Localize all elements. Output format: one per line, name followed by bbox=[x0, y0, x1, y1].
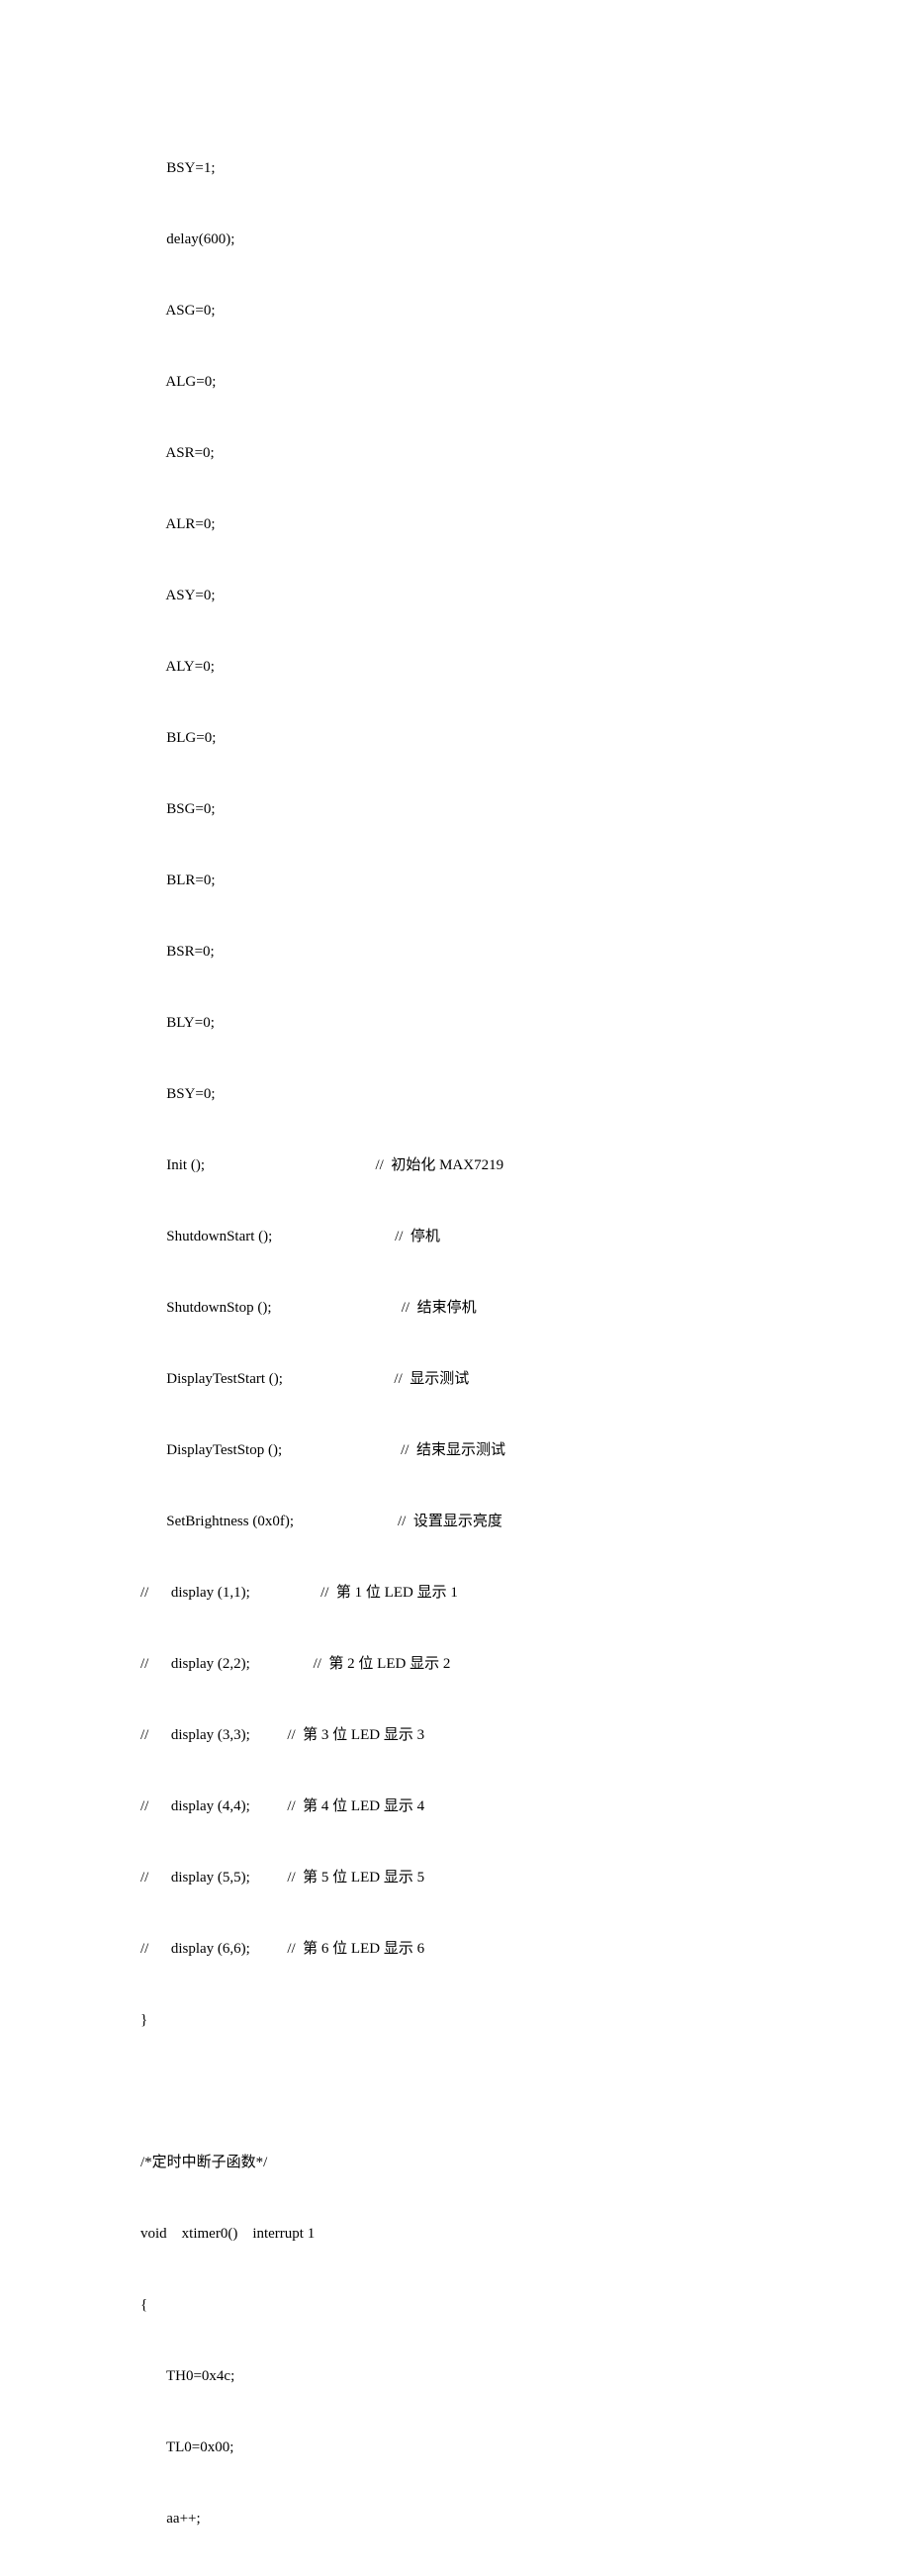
code-line: ASR=0; bbox=[140, 441, 505, 465]
code-line: DisplayTestStop (); // 结束显示测试 bbox=[140, 1438, 505, 1462]
code-line: ShutdownStart (); // 停机 bbox=[140, 1225, 505, 1248]
code-line: SetBrightness (0x0f); // 设置显示亮度 bbox=[140, 1510, 505, 1533]
code-line: TL0=0x00; bbox=[140, 2436, 505, 2459]
code-line: ShutdownStop (); // 结束停机 bbox=[140, 1296, 505, 1320]
code-line: TH0=0x4c; bbox=[140, 2364, 505, 2388]
code-line: BLR=0; bbox=[140, 869, 505, 892]
code-line: // display (2,2); // 第 2 位 LED 显示 2 bbox=[140, 1652, 505, 1676]
code-line bbox=[140, 2079, 505, 2103]
code-line: void xtimer0() interrupt 1 bbox=[140, 2222, 505, 2246]
code-line: ALR=0; bbox=[140, 512, 505, 536]
code-line: ASG=0; bbox=[140, 299, 505, 322]
code-line: { bbox=[140, 2293, 505, 2317]
code-line: BSY=1; bbox=[140, 156, 505, 180]
code-line: BLG=0; bbox=[140, 726, 505, 750]
code-line: ALY=0; bbox=[140, 655, 505, 679]
code-line: aa++; bbox=[140, 2507, 505, 2530]
code-line: // display (3,3); // 第 3 位 LED 显示 3 bbox=[140, 1723, 505, 1747]
code-line: BLY=0; bbox=[140, 1011, 505, 1035]
code-line: // display (4,4); // 第 4 位 LED 显示 4 bbox=[140, 1794, 505, 1818]
code-line: // display (1,1); // 第 1 位 LED 显示 1 bbox=[140, 1581, 505, 1605]
code-line: delay(600); bbox=[140, 228, 505, 251]
code-line: ALG=0; bbox=[140, 370, 505, 394]
code-line: // display (6,6); // 第 6 位 LED 显示 6 bbox=[140, 1937, 505, 1961]
code-line: BSG=0; bbox=[140, 797, 505, 821]
code-line: // display (5,5); // 第 5 位 LED 显示 5 bbox=[140, 1866, 505, 1889]
code-block: BSY=1; delay(600); ASG=0; ALG=0; ASR=0; … bbox=[140, 109, 505, 2576]
code-line: } bbox=[140, 2008, 505, 2032]
code-line: BSY=0; bbox=[140, 1082, 505, 1106]
code-line: Init (); // 初始化 MAX7219 bbox=[140, 1153, 505, 1177]
code-line: ASY=0; bbox=[140, 584, 505, 607]
code-line: BSR=0; bbox=[140, 940, 505, 964]
code-line: /*定时中断子函数*/ bbox=[140, 2151, 505, 2174]
code-line: DisplayTestStart (); // 显示测试 bbox=[140, 1367, 505, 1391]
